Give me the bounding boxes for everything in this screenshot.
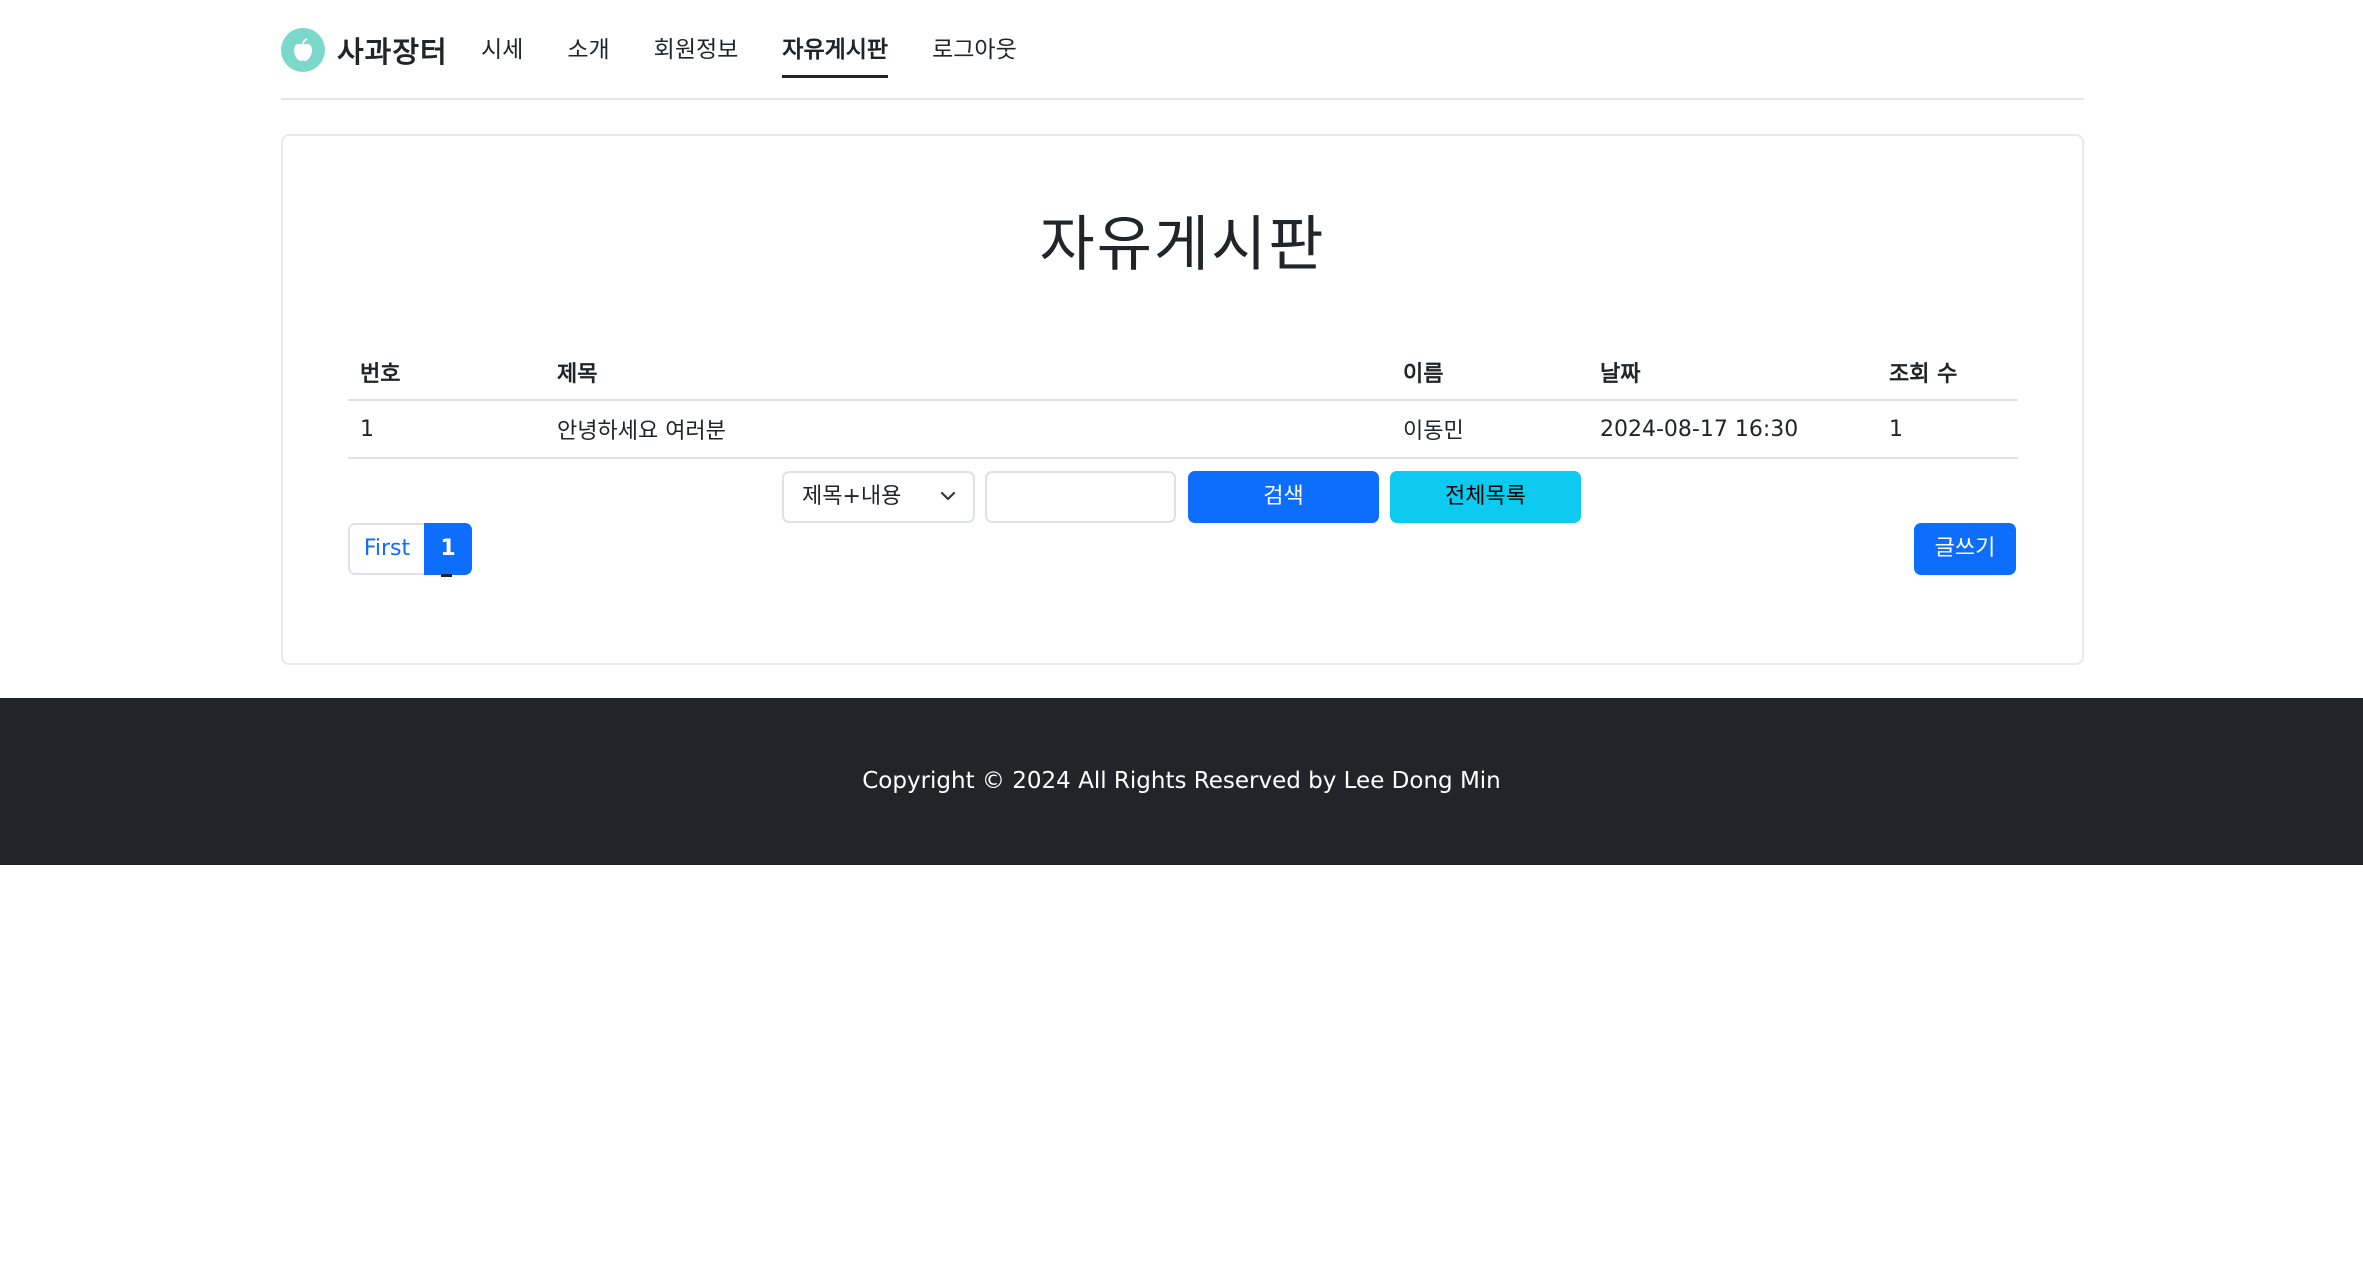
brand-name: 사과장터 [337,35,448,69]
nav-item-about[interactable]: 소개 [567,22,609,78]
all-list-button[interactable]: 전체목록 [1390,471,1581,523]
search-type-select[interactable]: 제목+내용 [782,471,975,523]
nav-item-free-board[interactable]: 자유게시판 [782,22,888,78]
search-button[interactable]: 검색 [1188,471,1379,523]
column-header-number: 번호 [348,344,545,401]
site-header: 사과장터 시세 소개 회원정보 자유게시판 로그아웃 [281,0,2084,100]
search-input[interactable] [985,471,1176,523]
nav-item-member-info[interactable]: 회원정보 [654,22,739,78]
chevron-down-icon [940,491,956,501]
search-type-value: 제목+내용 [802,484,902,509]
cell-views: 1 [1877,400,2018,459]
board-card: 자유게시판 번호 제목 이름 날짜 조회 수 1 안녕하세요 여러분 이동민 2… [281,134,2084,665]
apple-icon [281,28,325,72]
search-form: 제목+내용 검색 전체목록 [283,471,2082,525]
main-nav: 시세 소개 회원정보 자유게시판 로그아웃 [481,22,1061,78]
table-row[interactable]: 1 안녕하세요 여러분 이동민 2024-08-17 16:30 1 [348,400,2018,459]
write-button[interactable]: 글쓰기 [1914,523,2016,575]
pagination-current-page[interactable]: 1 [424,523,472,577]
table-header-row: 번호 제목 이름 날짜 조회 수 [348,344,2018,401]
column-header-date: 날짜 [1588,344,1877,401]
copyright-text: Copyright © 2024 All Rights Reserved by … [862,768,1501,794]
column-header-title: 제목 [545,344,1391,401]
column-header-views: 조회 수 [1877,344,2018,401]
cell-date: 2024-08-17 16:30 [1588,400,1877,459]
nav-item-price[interactable]: 시세 [481,22,523,78]
cell-number: 1 [348,400,545,459]
page-title: 자유게시판 [1039,210,1326,280]
nav-item-logout[interactable]: 로그아웃 [932,22,1017,78]
pagination-first-link[interactable]: First [348,523,424,575]
column-header-name: 이름 [1391,344,1588,401]
cell-title-link[interactable]: 안녕하세요 여러분 [545,400,1391,459]
brand-link[interactable]: 사과장터 [281,27,448,73]
site-footer: Copyright © 2024 All Rights Reserved by … [0,698,2363,865]
board-table: 번호 제목 이름 날짜 조회 수 1 안녕하세요 여러분 이동민 2024-08… [348,344,2018,459]
cell-name: 이동민 [1391,400,1588,459]
pagination: First 1 [348,523,472,577]
